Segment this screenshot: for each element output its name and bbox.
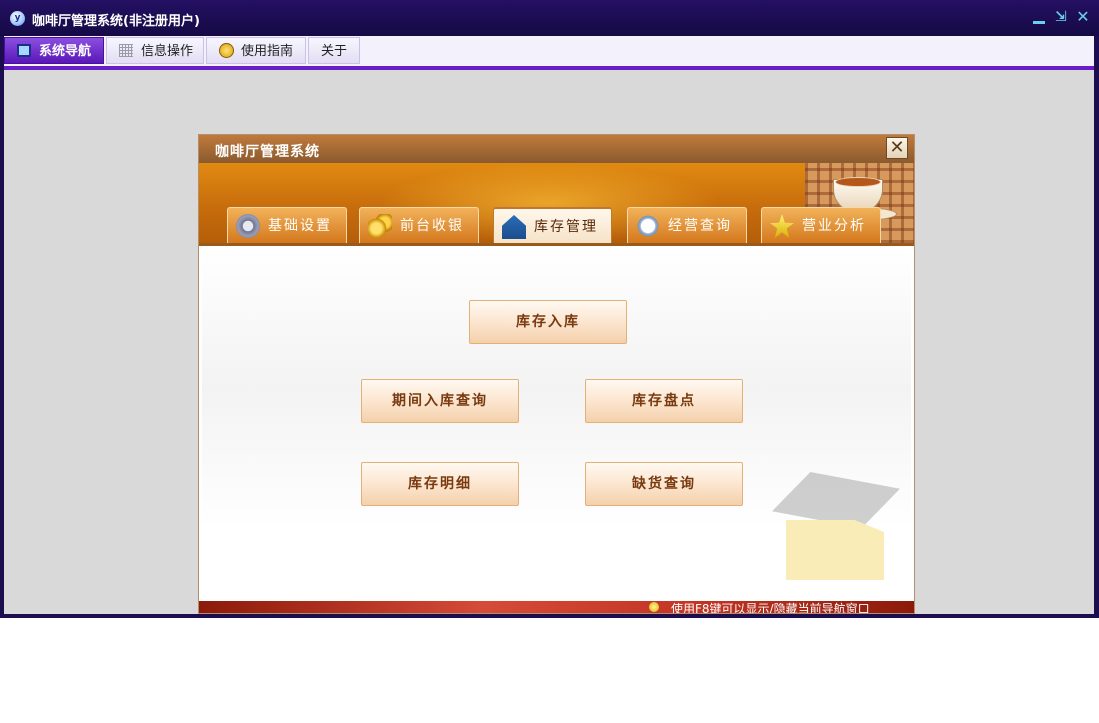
status-hint: 使用F8键可以显示/隐藏当前导航窗口 bbox=[671, 602, 870, 614]
tab-label: 基础设置 bbox=[268, 218, 332, 234]
menu-tab-info-ops[interactable]: 信息操作 bbox=[106, 37, 204, 64]
dialog-status-bar: 使用F8键可以显示/隐藏当前导航窗口 bbox=[199, 601, 914, 614]
menu-tab-label: 关于 bbox=[321, 44, 348, 59]
tab-label: 前台收银 bbox=[400, 218, 464, 234]
house-icon bbox=[502, 215, 526, 239]
stocktake-button[interactable]: 库存盘点 bbox=[585, 379, 743, 423]
nav-dialog: 咖啡厅管理系统 ✕ 基础设置 前台收银 库存管理 经营查询 营业分析 库存入库 … bbox=[198, 134, 915, 614]
dialog-title: 咖啡厅管理系统 bbox=[215, 144, 320, 160]
tab-inventory-management[interactable]: 库存管理 bbox=[493, 207, 612, 243]
coins-icon bbox=[368, 214, 392, 238]
tab-label: 经营查询 bbox=[668, 218, 732, 234]
dialog-content: 库存入库 期间入库查询 库存盘点 库存明细 缺货查询 bbox=[202, 246, 911, 601]
magnifier-icon bbox=[636, 214, 660, 238]
star-icon bbox=[770, 214, 794, 238]
help-icon bbox=[219, 43, 234, 58]
menu-tab-label: 信息操作 bbox=[141, 44, 194, 59]
tab-label: 营业分析 bbox=[802, 218, 866, 234]
lightbulb-icon bbox=[649, 602, 659, 612]
dialog-close-button[interactable]: ✕ bbox=[886, 137, 908, 159]
period-stock-in-query-button[interactable]: 期间入库查询 bbox=[361, 379, 519, 423]
minimize-icon[interactable] bbox=[1030, 8, 1048, 26]
gear-icon bbox=[236, 214, 260, 238]
menu-bar: 系统导航 信息操作 使用指南 关于 bbox=[4, 36, 1094, 70]
tab-front-cashier[interactable]: 前台收银 bbox=[359, 207, 479, 243]
menu-tab-label: 使用指南 bbox=[241, 44, 294, 59]
tab-label: 库存管理 bbox=[534, 219, 598, 235]
stock-in-button[interactable]: 库存入库 bbox=[469, 300, 627, 344]
title-bar[interactable]: y 咖啡厅管理系统(非注册用户) ⇲ ✕ bbox=[0, 0, 1099, 36]
house-watermark-icon bbox=[772, 472, 900, 584]
close-icon[interactable]: ✕ bbox=[1074, 8, 1092, 26]
stock-detail-button[interactable]: 库存明细 bbox=[361, 462, 519, 506]
monitor-icon bbox=[17, 44, 31, 57]
shortage-query-button[interactable]: 缺货查询 bbox=[585, 462, 743, 506]
window-title: 咖啡厅管理系统(非注册用户) bbox=[32, 14, 200, 29]
tab-sales-analysis[interactable]: 营业分析 bbox=[761, 207, 881, 243]
menu-tab-about[interactable]: 关于 bbox=[308, 37, 360, 64]
app-logo-icon: y bbox=[10, 11, 25, 26]
tab-basic-settings[interactable]: 基础设置 bbox=[227, 207, 347, 243]
dialog-title-bar[interactable]: 咖啡厅管理系统 ✕ bbox=[199, 135, 914, 163]
menu-tab-user-guide[interactable]: 使用指南 bbox=[206, 37, 306, 64]
menu-tab-system-nav[interactable]: 系统导航 bbox=[4, 37, 104, 64]
grid-icon bbox=[119, 44, 133, 57]
menu-tab-label: 系统导航 bbox=[39, 44, 92, 59]
tab-business-query[interactable]: 经营查询 bbox=[627, 207, 747, 243]
restore-icon[interactable]: ⇲ bbox=[1052, 8, 1070, 26]
